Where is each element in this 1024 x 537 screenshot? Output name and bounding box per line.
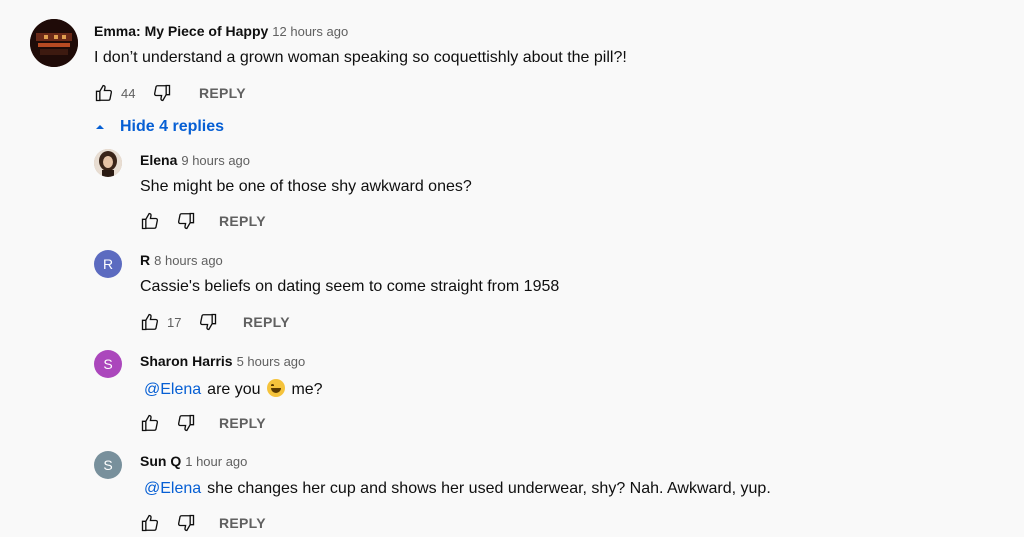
author-name[interactable]: Sharon Harris bbox=[140, 353, 233, 369]
dislike-icon[interactable] bbox=[151, 82, 173, 104]
comment-actions: REPLY bbox=[139, 209, 266, 233]
dislike-icon[interactable] bbox=[197, 311, 219, 333]
author-name[interactable]: Elena bbox=[140, 152, 177, 168]
dislike-icon[interactable] bbox=[175, 412, 197, 434]
dislike-icon[interactable] bbox=[175, 210, 197, 232]
comment-text: She might be one of those shy awkward on… bbox=[140, 178, 472, 195]
like-icon[interactable] bbox=[93, 82, 115, 104]
avatar[interactable] bbox=[30, 19, 78, 67]
comment-author[interactable]: Sun Q 1 hour ago bbox=[140, 453, 247, 469]
author-name[interactable]: Sun Q bbox=[140, 453, 181, 469]
comment-actions: 17 REPLY bbox=[139, 310, 290, 334]
like-icon[interactable] bbox=[139, 512, 161, 534]
comment-text-part: me? bbox=[291, 381, 323, 398]
laughing-emoji-icon bbox=[267, 379, 285, 397]
reply-button[interactable]: REPLY bbox=[199, 85, 246, 101]
hide-replies-button[interactable]: Hide 4 replies bbox=[92, 116, 224, 138]
reply-button[interactable]: REPLY bbox=[243, 314, 290, 330]
timestamp[interactable]: 5 hours ago bbox=[237, 354, 306, 369]
avatar[interactable]: S bbox=[94, 451, 122, 479]
like-icon[interactable] bbox=[139, 210, 161, 232]
dislike-icon[interactable] bbox=[175, 512, 197, 534]
comment-actions: REPLY bbox=[139, 511, 266, 535]
comment-author[interactable]: Sharon Harris 5 hours ago bbox=[140, 353, 305, 369]
author-name[interactable]: Emma: My Piece of Happy bbox=[94, 23, 268, 39]
comment-author[interactable]: R 8 hours ago bbox=[140, 252, 223, 268]
comment-text-part: are you bbox=[207, 381, 261, 398]
timestamp[interactable]: 12 hours ago bbox=[272, 24, 348, 39]
timestamp[interactable]: 8 hours ago bbox=[154, 253, 223, 268]
reply-button[interactable]: REPLY bbox=[219, 213, 266, 229]
avatar-letter: R bbox=[102, 256, 114, 272]
comment-author[interactable]: Emma: My Piece of Happy 12 hours ago bbox=[94, 23, 348, 39]
comment-author[interactable]: Elena 9 hours ago bbox=[140, 152, 250, 168]
chevron-up-icon bbox=[96, 125, 104, 129]
avatar[interactable]: R bbox=[94, 250, 122, 278]
avatar[interactable] bbox=[94, 149, 122, 177]
like-icon[interactable] bbox=[139, 311, 161, 333]
reply-button[interactable]: REPLY bbox=[219, 515, 266, 531]
comment-text: I don’t understand a grown woman speakin… bbox=[94, 49, 627, 66]
avatar-letter: S bbox=[103, 457, 113, 473]
comment-text-part: she changes her cup and shows her used u… bbox=[207, 480, 771, 497]
like-count: 17 bbox=[167, 314, 182, 330]
like-count: 44 bbox=[121, 85, 136, 101]
like-icon[interactable] bbox=[139, 412, 161, 434]
avatar[interactable]: S bbox=[94, 350, 122, 378]
reply-button[interactable]: REPLY bbox=[219, 415, 266, 431]
mention-link[interactable]: @Elena bbox=[144, 381, 201, 398]
avatar-letter: S bbox=[103, 356, 113, 372]
comment-text: Cassie's beliefs on dating seem to come … bbox=[140, 278, 560, 295]
comment-text: @Elena are you me? bbox=[144, 379, 323, 399]
timestamp[interactable]: 1 hour ago bbox=[185, 454, 247, 469]
hide-replies-label[interactable]: Hide 4 replies bbox=[120, 118, 224, 136]
timestamp[interactable]: 9 hours ago bbox=[181, 153, 250, 168]
comment-actions: 44 REPLY bbox=[93, 81, 246, 105]
author-name[interactable]: R bbox=[140, 252, 150, 268]
mention-link[interactable]: @Elena bbox=[144, 480, 201, 497]
comment-actions: REPLY bbox=[139, 411, 266, 435]
comment-text: @Elena she changes her cup and shows her … bbox=[144, 480, 771, 498]
